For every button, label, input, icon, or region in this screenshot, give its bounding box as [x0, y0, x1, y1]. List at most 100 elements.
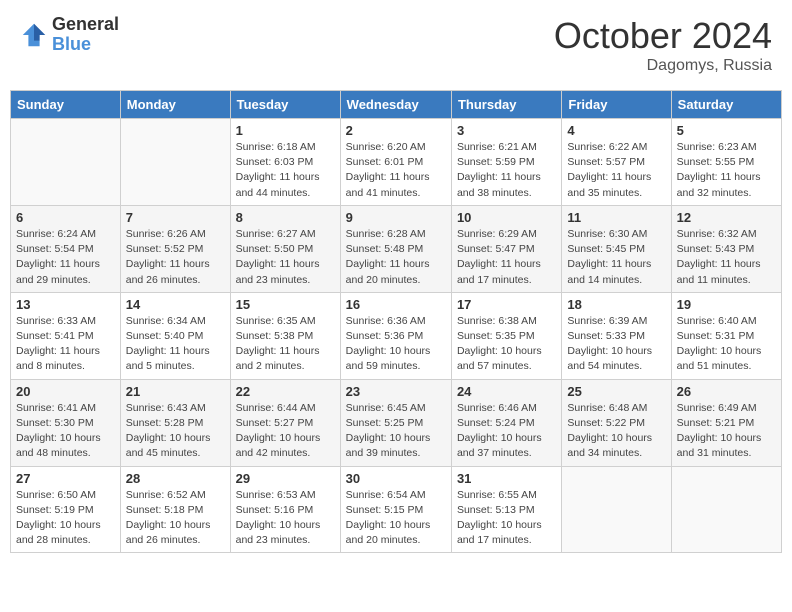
day-number: 24	[457, 384, 556, 399]
day-info: Sunrise: 6:49 AMSunset: 5:21 PMDaylight:…	[677, 401, 776, 462]
day-number: 14	[126, 297, 225, 312]
day-header-friday: Friday	[562, 91, 671, 119]
day-info: Sunrise: 6:33 AMSunset: 5:41 PMDaylight:…	[16, 314, 115, 375]
page-header: General Blue October 2024 Dagomys, Russi…	[10, 10, 782, 80]
day-number: 6	[16, 210, 115, 225]
day-info: Sunrise: 6:20 AMSunset: 6:01 PMDaylight:…	[346, 140, 446, 201]
calendar-week-row: 27 Sunrise: 6:50 AMSunset: 5:19 PMDayligh…	[11, 466, 782, 553]
day-number: 21	[126, 384, 225, 399]
calendar-cell: 5 Sunrise: 6:23 AMSunset: 5:55 PMDaylight…	[671, 119, 781, 206]
day-info: Sunrise: 6:46 AMSunset: 5:24 PMDaylight:…	[457, 401, 556, 462]
day-header-thursday: Thursday	[451, 91, 561, 119]
day-info: Sunrise: 6:27 AMSunset: 5:50 PMDaylight:…	[236, 227, 335, 288]
calendar-cell: 20 Sunrise: 6:41 AMSunset: 5:30 PMDayligh…	[11, 379, 121, 466]
day-number: 19	[677, 297, 776, 312]
day-number: 29	[236, 471, 335, 486]
logo-general-text: General	[52, 14, 119, 34]
day-number: 27	[16, 471, 115, 486]
calendar-cell: 13 Sunrise: 6:33 AMSunset: 5:41 PMDayligh…	[11, 292, 121, 379]
day-number: 13	[16, 297, 115, 312]
day-info: Sunrise: 6:29 AMSunset: 5:47 PMDaylight:…	[457, 227, 556, 288]
month-title: October 2024	[554, 15, 772, 57]
calendar-cell: 29 Sunrise: 6:53 AMSunset: 5:16 PMDayligh…	[230, 466, 340, 553]
day-number: 23	[346, 384, 446, 399]
calendar-week-row: 13 Sunrise: 6:33 AMSunset: 5:41 PMDayligh…	[11, 292, 782, 379]
calendar-cell: 15 Sunrise: 6:35 AMSunset: 5:38 PMDayligh…	[230, 292, 340, 379]
day-info: Sunrise: 6:45 AMSunset: 5:25 PMDaylight:…	[346, 401, 446, 462]
day-number: 22	[236, 384, 335, 399]
calendar-week-row: 20 Sunrise: 6:41 AMSunset: 5:30 PMDayligh…	[11, 379, 782, 466]
day-info: Sunrise: 6:40 AMSunset: 5:31 PMDaylight:…	[677, 314, 776, 375]
day-info: Sunrise: 6:24 AMSunset: 5:54 PMDaylight:…	[16, 227, 115, 288]
day-number: 17	[457, 297, 556, 312]
day-number: 9	[346, 210, 446, 225]
day-number: 16	[346, 297, 446, 312]
day-number: 30	[346, 471, 446, 486]
day-header-wednesday: Wednesday	[340, 91, 451, 119]
calendar-cell: 7 Sunrise: 6:26 AMSunset: 5:52 PMDaylight…	[120, 205, 230, 292]
day-number: 11	[567, 210, 665, 225]
day-info: Sunrise: 6:39 AMSunset: 5:33 PMDaylight:…	[567, 314, 665, 375]
day-info: Sunrise: 6:50 AMSunset: 5:19 PMDaylight:…	[16, 488, 115, 549]
day-number: 18	[567, 297, 665, 312]
day-info: Sunrise: 6:18 AMSunset: 6:03 PMDaylight:…	[236, 140, 335, 201]
day-number: 3	[457, 123, 556, 138]
day-number: 5	[677, 123, 776, 138]
calendar-cell: 1 Sunrise: 6:18 AMSunset: 6:03 PMDaylight…	[230, 119, 340, 206]
day-number: 10	[457, 210, 556, 225]
day-info: Sunrise: 6:36 AMSunset: 5:36 PMDaylight:…	[346, 314, 446, 375]
day-info: Sunrise: 6:32 AMSunset: 5:43 PMDaylight:…	[677, 227, 776, 288]
calendar-cell: 4 Sunrise: 6:22 AMSunset: 5:57 PMDaylight…	[562, 119, 671, 206]
calendar-cell: 30Sunrise: 6:54 AMSunset: 5:15 PMDayligh…	[340, 466, 451, 553]
day-number: 25	[567, 384, 665, 399]
calendar-cell: 24 Sunrise: 6:46 AMSunset: 5:24 PMDayligh…	[451, 379, 561, 466]
calendar-cell: 8 Sunrise: 6:27 AMSunset: 5:50 PMDaylight…	[230, 205, 340, 292]
calendar-cell: 19 Sunrise: 6:40 AMSunset: 5:31 PMDayligh…	[671, 292, 781, 379]
day-info: Sunrise: 6:21 AMSunset: 5:59 PMDaylight:…	[457, 140, 556, 201]
calendar-cell: 25Sunrise: 6:48 AMSunset: 5:22 PMDayligh…	[562, 379, 671, 466]
day-info: Sunrise: 6:30 AMSunset: 5:45 PMDaylight:…	[567, 227, 665, 288]
location: Dagomys, Russia	[554, 57, 772, 75]
day-info: Sunrise: 6:53 AMSunset: 5:16 PMDaylight:…	[236, 488, 335, 549]
day-number: 20	[16, 384, 115, 399]
calendar-cell: 22Sunrise: 6:44 AMSunset: 5:27 PMDayligh…	[230, 379, 340, 466]
day-info: Sunrise: 6:23 AMSunset: 5:55 PMDaylight:…	[677, 140, 776, 201]
calendar-cell	[11, 119, 121, 206]
day-header-saturday: Saturday	[671, 91, 781, 119]
calendar-header-row: SundayMondayTuesdayWednesdayThursdayFrid…	[11, 91, 782, 119]
day-number: 26	[677, 384, 776, 399]
day-info: Sunrise: 6:22 AMSunset: 5:57 PMDaylight:…	[567, 140, 665, 201]
day-number: 4	[567, 123, 665, 138]
calendar-cell: 26 Sunrise: 6:49 AMSunset: 5:21 PMDayligh…	[671, 379, 781, 466]
calendar-cell: 10 Sunrise: 6:29 AMSunset: 5:47 PMDayligh…	[451, 205, 561, 292]
calendar-cell	[671, 466, 781, 553]
calendar-cell: 3 Sunrise: 6:21 AMSunset: 5:59 PMDaylight…	[451, 119, 561, 206]
day-info: Sunrise: 6:41 AMSunset: 5:30 PMDaylight:…	[16, 401, 115, 462]
calendar-week-row: 6 Sunrise: 6:24 AMSunset: 5:54 PMDaylight…	[11, 205, 782, 292]
calendar-cell: 16 Sunrise: 6:36 AMSunset: 5:36 PMDayligh…	[340, 292, 451, 379]
day-header-sunday: Sunday	[11, 91, 121, 119]
calendar-cell: 27 Sunrise: 6:50 AMSunset: 5:19 PMDayligh…	[11, 466, 121, 553]
day-info: Sunrise: 6:38 AMSunset: 5:35 PMDaylight:…	[457, 314, 556, 375]
day-number: 1	[236, 123, 335, 138]
logo-blue-text: Blue	[52, 34, 91, 54]
day-number: 15	[236, 297, 335, 312]
calendar-cell: 9 Sunrise: 6:28 AMSunset: 5:48 PMDaylight…	[340, 205, 451, 292]
day-number: 31	[457, 471, 556, 486]
calendar-cell: 21Sunrise: 6:43 AMSunset: 5:28 PMDayligh…	[120, 379, 230, 466]
calendar-cell: 18 Sunrise: 6:39 AMSunset: 5:33 PMDayligh…	[562, 292, 671, 379]
day-info: Sunrise: 6:26 AMSunset: 5:52 PMDaylight:…	[126, 227, 225, 288]
day-info: Sunrise: 6:52 AMSunset: 5:18 PMDaylight:…	[126, 488, 225, 549]
day-info: Sunrise: 6:35 AMSunset: 5:38 PMDaylight:…	[236, 314, 335, 375]
calendar-cell: 14Sunrise: 6:34 AMSunset: 5:40 PMDayligh…	[120, 292, 230, 379]
day-number: 12	[677, 210, 776, 225]
calendar-cell: 31Sunrise: 6:55 AMSunset: 5:13 PMDayligh…	[451, 466, 561, 553]
calendar-cell	[120, 119, 230, 206]
calendar-cell: 11 Sunrise: 6:30 AMSunset: 5:45 PMDayligh…	[562, 205, 671, 292]
day-info: Sunrise: 6:28 AMSunset: 5:48 PMDaylight:…	[346, 227, 446, 288]
calendar-table: SundayMondayTuesdayWednesdayThursdayFrid…	[10, 90, 782, 553]
calendar-cell: 6 Sunrise: 6:24 AMSunset: 5:54 PMDaylight…	[11, 205, 121, 292]
day-number: 8	[236, 210, 335, 225]
day-header-tuesday: Tuesday	[230, 91, 340, 119]
day-number: 7	[126, 210, 225, 225]
